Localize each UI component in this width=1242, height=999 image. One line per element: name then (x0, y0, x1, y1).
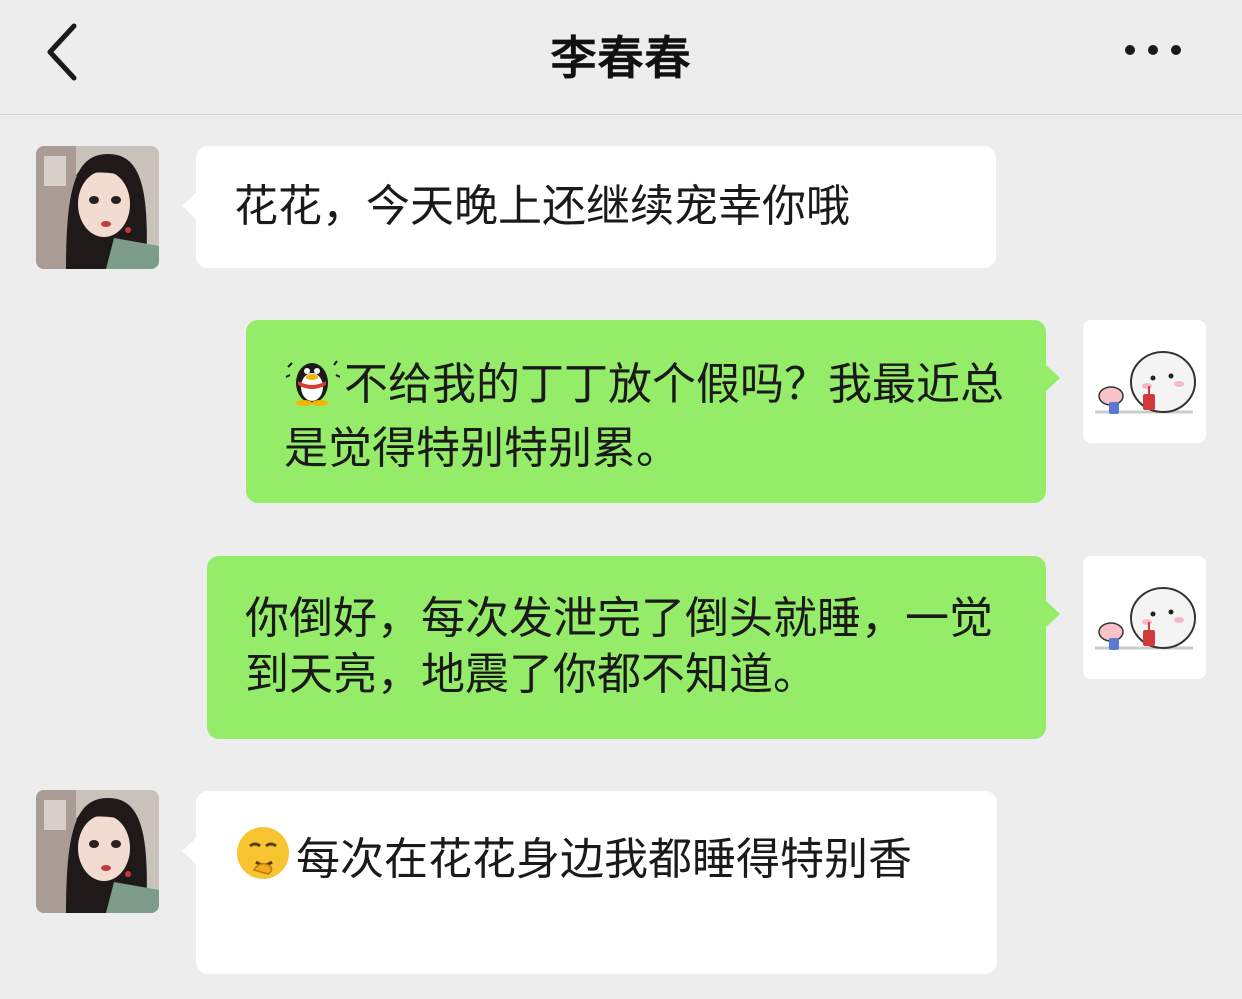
message-text: 你倒好，每次发泄完了倒头就睡，一觉到天亮，地震了你都不知道。 (245, 593, 993, 700)
message-bubble-me[interactable]: 不给我的丁丁放个假吗？我最近总是觉得特别特别累。 (246, 320, 1060, 503)
message-bubble-me[interactable]: 你倒好，每次发泄完了倒头就睡，一觉到天亮，地震了你都不知道。 (207, 556, 1060, 739)
message-bubble-contact[interactable]: 每次在花花身边我都睡得特别香 (182, 791, 997, 974)
contact-avatar[interactable] (36, 790, 159, 913)
contact-avatar[interactable] (36, 146, 159, 269)
qq-penguin-emoji (284, 351, 341, 421)
smirk-face-emoji (234, 824, 292, 896)
more-button[interactable] (1118, 30, 1188, 70)
chat-header: 李春春 (0, 0, 1242, 115)
message-text: 花花，今天晚上还继续宠幸你哦 (234, 181, 850, 232)
my-avatar[interactable] (1083, 556, 1206, 679)
message-text: 不给我的丁丁放个假吗？我最近总是觉得特别特别累。 (284, 359, 1004, 474)
more-dots-icon (1125, 45, 1181, 55)
message-bubble-contact[interactable]: 花花，今天晚上还继续宠幸你哦 (182, 146, 996, 268)
my-avatar[interactable] (1083, 320, 1206, 443)
chat-title: 李春春 (550, 31, 692, 85)
message-text: 每次在花花身边我都睡得特别香 (296, 834, 912, 885)
